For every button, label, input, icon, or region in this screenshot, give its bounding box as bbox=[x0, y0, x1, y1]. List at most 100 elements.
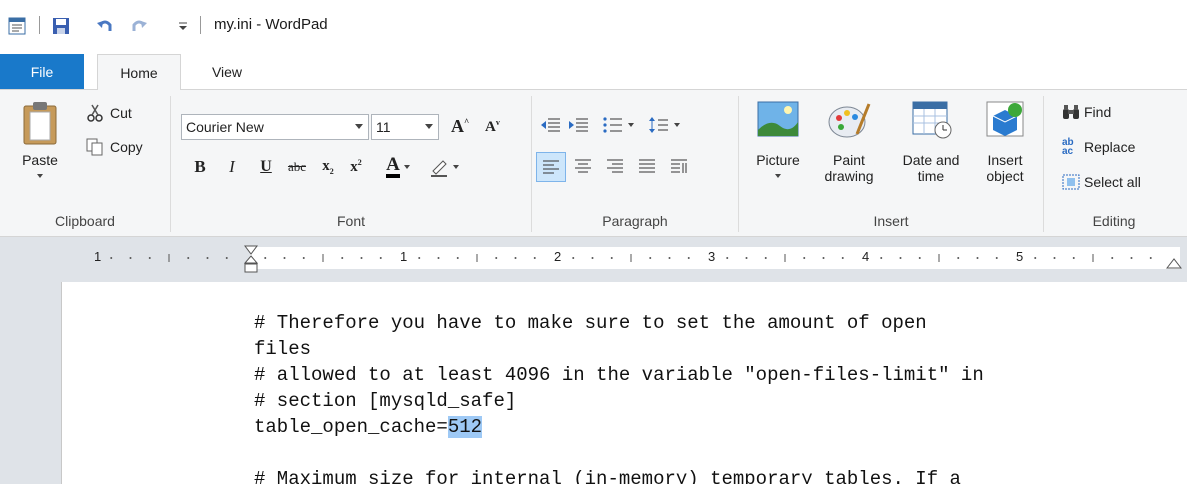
text-line[interactable]: # Therefore you have to make sure to set… bbox=[254, 310, 927, 336]
copy-icon bbox=[86, 138, 103, 156]
ruler-dot bbox=[976, 257, 979, 259]
cache-setting-key: table_open_cache= bbox=[254, 416, 448, 438]
shrink-font-icon: Av bbox=[485, 118, 500, 135]
ruler-dot bbox=[610, 257, 613, 259]
replace-icon: ab ac bbox=[1062, 137, 1074, 157]
bullet-list-button[interactable] bbox=[602, 116, 634, 134]
paragraph-group-label: Paragraph bbox=[602, 213, 668, 229]
shrink-font-button[interactable]: Av bbox=[485, 118, 500, 136]
ruler-number: 1 bbox=[400, 249, 408, 264]
undo-icon[interactable] bbox=[94, 14, 116, 38]
font-family-dropdown[interactable]: Courier New bbox=[181, 114, 369, 140]
paragraph-group: Paragraph bbox=[532, 90, 738, 236]
redo-icon[interactable] bbox=[128, 14, 150, 38]
ruler-dot bbox=[764, 257, 767, 259]
ruler-dot bbox=[957, 257, 960, 259]
ruler-dot bbox=[822, 257, 825, 259]
chevron-down-icon bbox=[37, 174, 43, 178]
cut-label: Cut bbox=[110, 105, 132, 121]
document-page[interactable]: # Therefore you have to make sure to set… bbox=[61, 282, 1187, 484]
chevron-down-icon bbox=[425, 124, 433, 129]
insert-object-button[interactable]: Insert object bbox=[975, 100, 1035, 184]
ruler-dot bbox=[514, 257, 517, 259]
font-size-value: 11 bbox=[376, 119, 391, 135]
italic-icon: I bbox=[229, 157, 235, 176]
underline-button[interactable]: U bbox=[255, 155, 277, 179]
find-label: Find bbox=[1084, 104, 1112, 120]
tab-file[interactable]: File bbox=[0, 54, 84, 89]
ruler-dot bbox=[1111, 257, 1114, 259]
font-family-value: Courier New bbox=[186, 119, 264, 135]
scissors-icon bbox=[87, 104, 103, 122]
date-and-time-button[interactable]: Date and time bbox=[891, 100, 971, 184]
align-right-button[interactable] bbox=[606, 158, 624, 174]
picture-button[interactable]: Picture bbox=[747, 100, 809, 178]
line-spacing-button[interactable] bbox=[648, 116, 680, 134]
text-line[interactable]: # allowed to at least 4096 in the variab… bbox=[254, 362, 984, 388]
italic-button[interactable]: I bbox=[221, 155, 243, 179]
paint-drawing-button[interactable]: Paint drawing bbox=[819, 100, 879, 184]
selected-text[interactable]: 512 bbox=[447, 416, 483, 438]
insert-group-label: Insert bbox=[873, 213, 909, 229]
chevron-down-icon bbox=[674, 123, 680, 127]
ruler-dot bbox=[995, 257, 998, 259]
copy-button[interactable]: Copy bbox=[86, 138, 143, 156]
wordpad-app-icon[interactable] bbox=[6, 14, 28, 38]
superscript-button[interactable]: x2 bbox=[345, 155, 367, 179]
justify-button[interactable] bbox=[638, 158, 656, 174]
select-all-button[interactable]: Select all bbox=[1062, 174, 1141, 190]
indent-marker[interactable] bbox=[244, 245, 258, 275]
paste-label: Paste bbox=[22, 152, 58, 168]
text-line[interactable]: # section [mysqld_safe] bbox=[254, 388, 516, 414]
text-line[interactable]: # Maximum size for internal (in-memory) … bbox=[254, 466, 961, 484]
bold-button[interactable]: B bbox=[189, 155, 211, 179]
ruler-dot bbox=[880, 257, 883, 259]
ruler-dot bbox=[379, 257, 382, 259]
right-indent-marker[interactable] bbox=[1166, 257, 1182, 269]
subscript-button[interactable]: x2 bbox=[317, 155, 339, 179]
paragraph-settings-button[interactable] bbox=[670, 158, 688, 174]
ruler-ticks bbox=[110, 254, 1152, 262]
clipboard-icon bbox=[23, 102, 57, 145]
highlighter-icon bbox=[431, 160, 447, 177]
grow-font-button[interactable]: A^ bbox=[451, 116, 469, 137]
increase-indent-button[interactable] bbox=[568, 116, 590, 134]
align-center-button[interactable] bbox=[574, 158, 592, 174]
ruler-dot bbox=[341, 257, 344, 259]
ruler-dot bbox=[841, 257, 844, 259]
text-line[interactable]: files bbox=[254, 336, 311, 362]
binoculars-icon bbox=[1063, 105, 1079, 119]
ruler-dot bbox=[264, 257, 267, 259]
ribbon-tabs: File Home View bbox=[0, 54, 1187, 90]
paragraph-icon bbox=[671, 159, 687, 173]
font-size-dropdown[interactable]: 11 bbox=[371, 114, 439, 140]
ruler-dot bbox=[1034, 257, 1037, 259]
align-center-icon bbox=[575, 159, 591, 173]
ruler[interactable]: 1 1 2 3 4 5 bbox=[70, 245, 1182, 273]
strikethrough-button[interactable]: abc bbox=[283, 155, 311, 179]
ruler-dot bbox=[803, 257, 806, 259]
tab-view[interactable]: View bbox=[197, 54, 257, 89]
select-all-icon bbox=[1062, 174, 1080, 190]
chevron-down-icon bbox=[403, 165, 410, 169]
ruler-dot bbox=[668, 257, 671, 259]
replace-button[interactable]: ab ac Replace bbox=[1062, 137, 1135, 157]
ruler-number: 3 bbox=[708, 249, 716, 264]
save-icon[interactable] bbox=[50, 14, 72, 38]
customize-toolbar-icon[interactable] bbox=[176, 14, 190, 38]
line-spacing-icon bbox=[649, 117, 668, 133]
font-group: Courier New 11 A^ Av B I U abc x2 x2 A F… bbox=[171, 90, 531, 236]
cut-button[interactable]: Cut bbox=[86, 104, 132, 122]
find-button[interactable]: Find bbox=[1062, 104, 1111, 120]
paste-button[interactable]: Paste bbox=[12, 100, 68, 178]
text-line[interactable]: table_open_cache=512 bbox=[254, 414, 483, 440]
ruler-number: 2 bbox=[554, 249, 562, 264]
tab-home[interactable]: Home bbox=[97, 54, 181, 90]
highlight-button[interactable] bbox=[423, 155, 465, 179]
align-left-button[interactable] bbox=[536, 152, 566, 182]
ruler-dot bbox=[187, 257, 190, 259]
font-color-button[interactable]: A bbox=[377, 155, 419, 179]
decrease-indent-button[interactable] bbox=[540, 116, 562, 134]
document-area: # Therefore you have to make sure to set… bbox=[0, 282, 1187, 484]
ribbon: Paste Cut Copy Clipboard Courier New 11 … bbox=[0, 89, 1187, 237]
